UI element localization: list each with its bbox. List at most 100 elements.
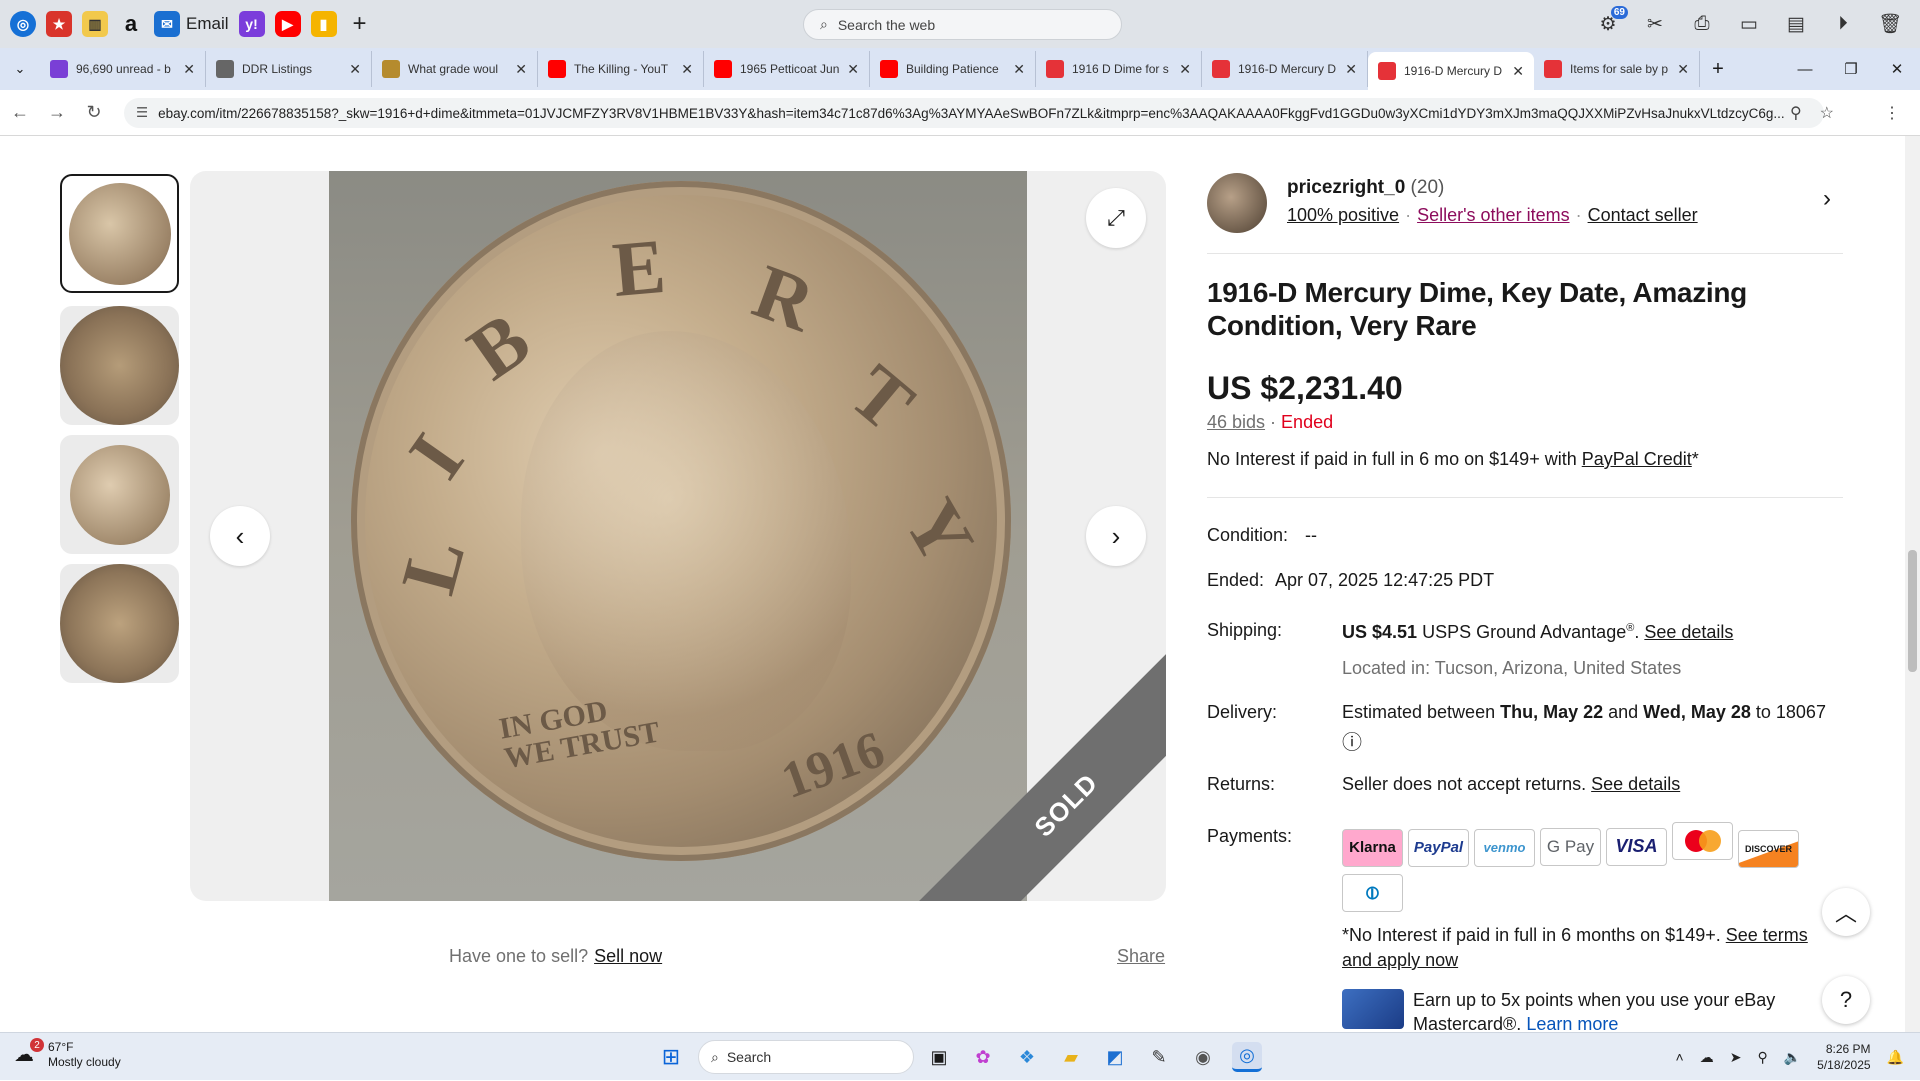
file-explorer-button[interactable]: ▰: [1056, 1042, 1086, 1072]
browser-tab[interactable]: 1916-D Mercury D ✕: [1368, 52, 1534, 90]
learn-more-link[interactable]: Learn more: [1526, 1014, 1618, 1032]
start-button[interactable]: ⊞: [656, 1042, 686, 1072]
close-window-button[interactable]: ✕: [1874, 48, 1920, 90]
tab-list-button[interactable]: ⌄: [0, 51, 40, 87]
new-tab-button[interactable]: +: [1700, 51, 1736, 87]
wallet-button[interactable]: ▮: [310, 0, 337, 48]
browser-tab[interactable]: 96,690 unread - b ✕: [40, 51, 206, 87]
record-button[interactable]: ▭: [1737, 12, 1761, 36]
gallery-thumbnail-2[interactable]: [60, 306, 179, 425]
close-tab-icon[interactable]: ✕: [847, 61, 859, 78]
store-taskbar-button[interactable]: ◩: [1100, 1042, 1130, 1072]
seller-other-items-link[interactable]: Seller's other items: [1417, 205, 1570, 225]
email-button[interactable]: ✉ Email: [154, 0, 229, 48]
close-tab-icon[interactable]: ✕: [1512, 63, 1524, 80]
location-icon[interactable]: ➤: [1730, 1049, 1742, 1066]
previous-image-button[interactable]: ‹: [210, 506, 270, 566]
share-link[interactable]: Share: [1117, 946, 1165, 967]
minimize-icon: —: [1797, 60, 1813, 78]
returns-see-details-link[interactable]: See details: [1591, 774, 1680, 794]
close-tab-icon[interactable]: ✕: [1677, 61, 1689, 78]
task-view-button[interactable]: ▣: [924, 1042, 954, 1072]
main-image-viewer[interactable]: L I B E R T Y IN GOD WE TRUST 1916 SOLD …: [190, 171, 1166, 901]
browser-tab[interactable]: 1916-D Mercury D ✕: [1202, 51, 1368, 87]
browser-tab[interactable]: DDR Listings ✕: [206, 51, 372, 87]
close-tab-icon[interactable]: ✕: [681, 61, 693, 78]
gallery-thumbnail-1[interactable]: [60, 174, 179, 293]
browser-taskbar-button[interactable]: ◎: [1232, 1042, 1262, 1072]
delivery-estimate: Estimated between Thu, May 22 and Wed, M…: [1342, 702, 1842, 723]
copilot-taskbar-button[interactable]: ✿: [968, 1042, 998, 1072]
camera-taskbar-button[interactable]: ◉: [1188, 1042, 1218, 1072]
back-to-top-button[interactable]: ︿: [1822, 888, 1870, 936]
more-menu-icon[interactable]: ⋮: [1884, 103, 1900, 123]
paypal-credit-link[interactable]: PayPal Credit: [1582, 449, 1692, 469]
bids-link[interactable]: 46 bids: [1207, 412, 1265, 432]
shipping-see-details-link[interactable]: See details: [1644, 622, 1733, 642]
zoom-icon[interactable]: ⚲: [1790, 103, 1802, 123]
gallery-thumbnail-4[interactable]: [60, 564, 179, 683]
photos-taskbar-button[interactable]: ❖: [1012, 1042, 1042, 1072]
print-button[interactable]: ⎙: [1690, 12, 1714, 36]
chevron-up-icon[interactable]: ˄: [1676, 1049, 1684, 1065]
copilot-icon: ✿: [975, 1046, 991, 1067]
expand-image-button[interactable]: ⤢: [1086, 188, 1146, 248]
restore-button[interactable]: ❐: [1828, 48, 1874, 90]
notifications-icon[interactable]: 🔔: [1887, 1049, 1904, 1066]
taskbar-search[interactable]: ⌕ Search: [698, 1040, 914, 1074]
browser-tab[interactable]: Items for sale by p ✕: [1534, 51, 1700, 87]
scrollbar-thumb[interactable]: [1908, 550, 1917, 672]
seller-avatar[interactable]: [1207, 173, 1267, 233]
copilot-app-button[interactable]: ◎: [10, 0, 36, 48]
info-icon[interactable]: ⓘ: [1342, 726, 1362, 755]
amazon-button[interactable]: a: [118, 0, 144, 48]
coin-face: [521, 331, 851, 751]
browser-tab[interactable]: What grade woul ✕: [372, 51, 538, 87]
close-tab-icon[interactable]: ✕: [1179, 61, 1191, 78]
youtube-button[interactable]: ▶: [274, 0, 301, 48]
url-field[interactable]: ☰ ebay.com/itm/226678835158?_skw=1916+d+d…: [124, 98, 1824, 128]
web-search-box[interactable]: ⌕ Search the web: [803, 9, 1122, 40]
clipboard-button[interactable]: ▤: [1784, 12, 1808, 36]
close-tab-icon[interactable]: ✕: [1013, 61, 1025, 78]
seller-name[interactable]: pricezright_0: [1287, 177, 1405, 198]
google-pay-logo: G Pay: [1540, 828, 1601, 866]
yahoo-button[interactable]: y!: [238, 0, 265, 48]
favorite-star-icon[interactable]: ☆: [1820, 103, 1834, 123]
insights-button[interactable]: ⚙ 69: [1596, 6, 1628, 36]
cloud-sync-icon[interactable]: ☁: [1700, 1049, 1714, 1066]
forward-button[interactable]: →: [40, 96, 74, 130]
close-tab-icon[interactable]: ✕: [1345, 61, 1357, 78]
mail-icon: ✉: [154, 11, 180, 37]
sell-now-link[interactable]: Sell now: [594, 946, 662, 966]
snipping-taskbar-button[interactable]: ✎: [1144, 1042, 1174, 1072]
contact-seller-link[interactable]: Contact seller: [1588, 205, 1698, 225]
page-scrollbar[interactable]: [1905, 136, 1920, 1032]
reload-button[interactable]: ↻: [77, 96, 111, 130]
browser-tab[interactable]: 1916 D Dime for s ✕: [1036, 51, 1202, 87]
network-icon[interactable]: ⚲: [1757, 1049, 1767, 1066]
seller-positive-link[interactable]: 100% positive: [1287, 205, 1399, 225]
back-button[interactable]: ←: [3, 96, 37, 130]
browser-tab[interactable]: The Killing - YouT ✕: [538, 51, 704, 87]
add-shortcut-button[interactable]: +: [353, 0, 367, 48]
help-button[interactable]: ?: [1822, 976, 1870, 1024]
snip-button[interactable]: ✂: [1643, 12, 1667, 36]
close-tab-icon[interactable]: ✕: [349, 61, 361, 78]
minimize-button[interactable]: —: [1782, 48, 1828, 90]
seller-chevron-icon[interactable]: ›: [1823, 185, 1831, 213]
play-button[interactable]: ⏵: [1831, 12, 1855, 36]
close-tab-icon[interactable]: ✕: [515, 61, 527, 78]
browser-tab[interactable]: 1965 Petticoat Jun ✕: [704, 51, 870, 87]
browser-tab[interactable]: Building Patience ✕: [870, 51, 1036, 87]
volume-icon[interactable]: 🔈: [1784, 1049, 1801, 1066]
gallery-thumbnail-3[interactable]: [60, 435, 179, 554]
bookmark-app-button[interactable]: ★: [46, 0, 72, 48]
weather-widget[interactable]: ☁ 2 67°F Mostly cloudy: [14, 1038, 121, 1070]
arrow-left-icon: ←: [11, 102, 29, 122]
notes-app-button[interactable]: ▥: [82, 0, 108, 48]
trash-button[interactable]: 🗑: [1878, 12, 1902, 36]
clock[interactable]: 8:26 PM 5/18/2025: [1817, 1041, 1870, 1073]
close-tab-icon[interactable]: ✕: [183, 61, 195, 78]
next-image-button[interactable]: ›: [1086, 506, 1146, 566]
